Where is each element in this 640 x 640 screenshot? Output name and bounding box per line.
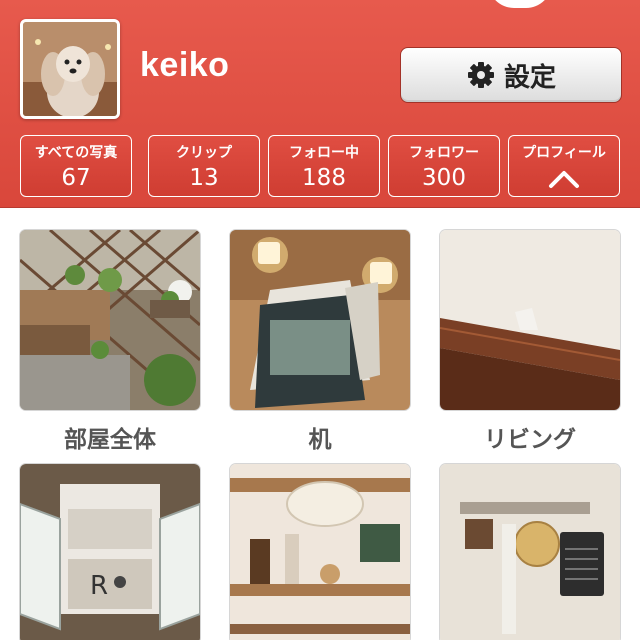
settings-button[interactable]: 設定 xyxy=(400,47,622,103)
username: keiko xyxy=(140,46,230,84)
stat-value: 300 xyxy=(422,165,466,191)
album-tile[interactable]: 机 xyxy=(230,230,410,454)
profile-header: keiko 設定 すべての写真 67 クリップ 13 フォロー中 188 フォロ… xyxy=(0,0,640,208)
album-thumbnail-balcony[interactable] xyxy=(20,230,200,410)
kitchen-photo xyxy=(440,464,620,640)
header-notch xyxy=(488,0,552,8)
album-caption: 机 xyxy=(308,427,332,453)
cabinet-photo: R xyxy=(20,464,200,640)
album-thumbnail-kitchen[interactable] xyxy=(440,464,620,640)
settings-button-label: 設定 xyxy=(503,62,556,93)
balcony-photo xyxy=(20,230,200,410)
album-tile[interactable]: R xyxy=(20,464,200,640)
avatar-dog-photo xyxy=(23,22,117,116)
stat-value: 67 xyxy=(61,165,91,191)
stat-label: すべての写真 xyxy=(34,145,118,161)
stat-label: クリップ xyxy=(176,145,232,161)
stat-label: プロフィール xyxy=(522,145,606,161)
living-photo xyxy=(440,230,620,410)
stat-all-photos[interactable]: すべての写真 67 xyxy=(20,135,132,197)
album-thumbnail-living[interactable] xyxy=(440,230,620,410)
stats-bar: すべての写真 67 クリップ 13 フォロー中 188 フォロワー 300 プロ… xyxy=(20,135,620,197)
album-thumbnail-desk[interactable] xyxy=(230,230,410,410)
gear-icon xyxy=(467,62,494,88)
stat-followers[interactable]: フォロワー 300 xyxy=(388,135,500,197)
stat-value: 13 xyxy=(189,165,219,191)
album-tile[interactable]: 部屋全体 xyxy=(20,230,200,454)
stat-label: フォロワー xyxy=(409,145,479,161)
album-thumbnail-shelf[interactable] xyxy=(230,464,410,640)
album-tile[interactable] xyxy=(440,464,620,640)
album-tile[interactable]: リビング xyxy=(440,230,620,454)
stat-clips[interactable]: クリップ 13 xyxy=(148,135,260,197)
stat-value: 188 xyxy=(302,165,346,191)
stat-label: フォロー中 xyxy=(289,145,359,161)
shelf-photo xyxy=(230,464,410,640)
desk-photo xyxy=(230,230,410,410)
chevron-up-icon xyxy=(549,171,579,188)
avatar[interactable] xyxy=(20,19,120,119)
svg-text:R: R xyxy=(90,571,108,601)
album-caption: リビング xyxy=(484,427,576,453)
album-thumbnail-cabinet[interactable]: R xyxy=(20,464,200,640)
stat-profile-toggle[interactable]: プロフィール xyxy=(508,135,620,197)
album-tile[interactable] xyxy=(230,464,410,640)
album-caption: 部屋全体 xyxy=(64,427,156,453)
stat-following[interactable]: フォロー中 188 xyxy=(268,135,380,197)
